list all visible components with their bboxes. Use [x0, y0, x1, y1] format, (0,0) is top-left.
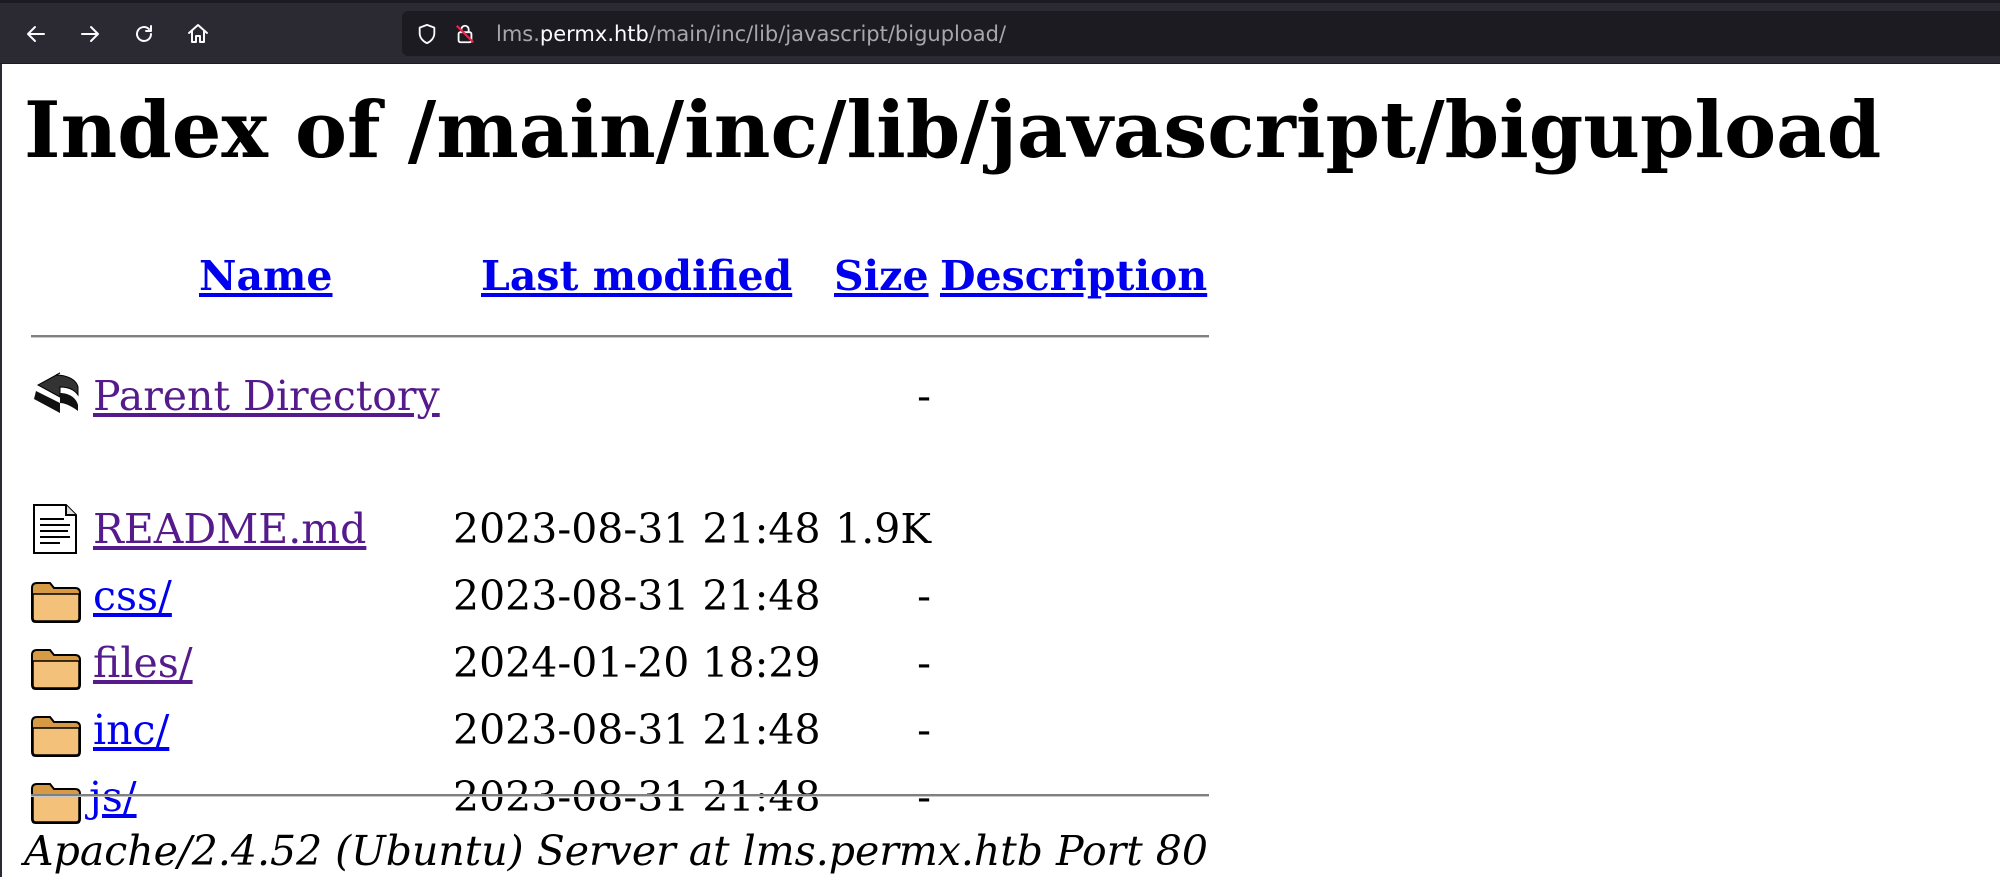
list-item-link[interactable]: js/ [89, 777, 137, 818]
address-bar[interactable]: lms.permx.htb/main/inc/lib/javascript/bi… [402, 11, 2000, 56]
column-header-description[interactable]: Description [940, 252, 1207, 301]
list-item-size: 1.9K [835, 505, 931, 553]
list-item-date: 2024-01-20 18:29 [453, 639, 821, 687]
page-content: Index of /main/inc/lib/javascript/bigupl… [0, 64, 2000, 877]
folder-icon [30, 712, 82, 760]
tracking-protection-shield-icon[interactable] [416, 23, 438, 45]
folder-icon [30, 779, 82, 827]
browser-toolbar: lms.permx.htb/main/inc/lib/javascript/bi… [0, 0, 2000, 64]
column-header-size[interactable]: Size [834, 252, 929, 301]
list-item-size: - [917, 372, 931, 420]
folder-icon [30, 645, 82, 693]
list-item-date: 2023-08-31 21:48 [453, 706, 821, 754]
home-button[interactable] [180, 16, 216, 52]
header-divider [31, 335, 1209, 338]
forward-button[interactable] [72, 16, 108, 52]
list-item-size: - [917, 572, 931, 620]
back-button[interactable] [18, 16, 54, 52]
footer-divider [31, 794, 1209, 797]
folder-icon [30, 578, 82, 626]
list-item-date: 2023-08-31 21:48 [453, 572, 821, 620]
insecure-lock-icon[interactable] [454, 23, 476, 45]
column-header-name[interactable]: Name [199, 252, 333, 301]
url-host: permx.htb [539, 22, 649, 46]
list-item-link[interactable]: Parent Directory [93, 376, 440, 417]
list-item-link[interactable]: files/ [93, 643, 193, 684]
page-title: Index of /main/inc/lib/javascript/bigupl… [24, 85, 1882, 176]
text-file-icon [30, 503, 82, 554]
back-arrow-icon [30, 369, 82, 417]
list-item-size: - [917, 706, 931, 754]
reload-icon [132, 22, 156, 46]
list-item-link[interactable]: inc/ [93, 710, 169, 751]
list-item-date: 2023-08-31 21:48 [453, 505, 821, 553]
column-header-last-modified[interactable]: Last modified [481, 252, 792, 301]
url-text[interactable]: lms.permx.htb/main/inc/lib/javascript/bi… [496, 21, 1006, 47]
list-item-link[interactable]: README.md [93, 509, 366, 550]
list-item-date: 2023-08-31 21:48 [453, 773, 821, 821]
url-prefix: lms. [496, 22, 540, 46]
forward-arrow-icon [78, 22, 102, 46]
server-signature: Apache/2.4.52 (Ubuntu) Server at lms.per… [24, 827, 1208, 875]
tab-strip-edge [0, 0, 2000, 3]
home-icon [186, 22, 210, 46]
list-item-size: - [917, 773, 931, 821]
list-item-size: - [917, 639, 931, 687]
list-item-link[interactable]: css/ [93, 576, 172, 617]
reload-button[interactable] [126, 16, 162, 52]
back-arrow-icon [24, 22, 48, 46]
url-path: /main/inc/lib/javascript/bigupload/ [648, 22, 1007, 46]
